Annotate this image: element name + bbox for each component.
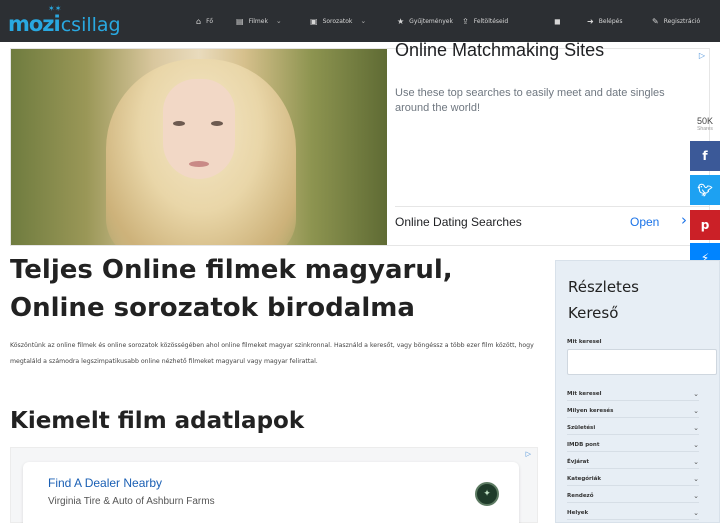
home-icon: ⌂ — [196, 16, 202, 26]
chevron-down-icon: ⌄ — [275, 17, 282, 25]
nav-movies-label: Filmek — [248, 17, 268, 25]
ad-photo-lips — [189, 161, 209, 167]
search-label: Mit keresel — [567, 339, 602, 345]
chevron-down-icon: ⌄ — [693, 508, 699, 517]
nav-register[interactable]: ✎ Regisztráció — [652, 0, 700, 42]
chevron-right-icon[interactable]: › — [681, 211, 687, 229]
nav-chat[interactable]: ◼ — [554, 0, 566, 42]
logo-star-icon: ✶✶ — [48, 4, 62, 13]
filter-select[interactable]: Születési ⌄ — [567, 421, 699, 435]
search-input[interactable] — [567, 349, 717, 375]
content-ad-card[interactable]: Find A Dealer Nearby Virginia Tire & Aut… — [23, 462, 519, 523]
ad-photo-eye — [211, 121, 223, 126]
filter-select[interactable]: Milyen keresés ⌄ — [567, 404, 699, 418]
ad-description: Use these top searches to easily meet an… — [395, 87, 665, 114]
ad-info-icon[interactable]: ▷ — [526, 450, 531, 458]
star-icon: ★ — [397, 16, 405, 26]
film-icon: ▤ — [236, 16, 244, 26]
nav-series-label: Sorozatok — [322, 17, 353, 25]
nav-series[interactable]: ▣ Sorozatok ⌄ — [310, 0, 366, 42]
filter-label: Születési — [567, 424, 596, 431]
nav-login-label: Belépés — [598, 17, 623, 25]
ad-info-icon[interactable]: ▷ — [699, 51, 705, 60]
site-logo[interactable]: mozi csillag ✶✶ — [8, 4, 121, 36]
facebook-icon: f — [702, 149, 708, 163]
filter-label: Mit keresel — [567, 390, 602, 397]
login-icon: ➜ — [587, 16, 594, 26]
logo-csillag-text: csillag — [60, 14, 121, 36]
filter-label: Milyen keresés — [567, 407, 614, 414]
nav-register-label: Regisztráció — [663, 17, 701, 25]
filter-select[interactable]: IMDB pont ⌄ — [567, 438, 699, 452]
nav-collections[interactable]: ★ Gyűjtemények — [397, 0, 453, 42]
chevron-down-icon: ⌄ — [693, 423, 699, 432]
share-count-number: 50K — [696, 116, 713, 126]
tv-icon: ▣ — [310, 16, 318, 26]
content-ad[interactable]: Find A Dealer Nearby Virginia Tire & Aut… — [10, 447, 538, 523]
filter-select[interactable]: Mit keresel ⌄ — [567, 387, 699, 401]
page-title: Teljes Online filmek magyarul, Online so… — [10, 255, 453, 323]
upload-icon: ⇪ — [462, 16, 469, 26]
filter-label: IMDB pont — [567, 441, 600, 448]
ad-cta-text[interactable]: Online Dating Searches — [395, 215, 522, 229]
pinterest-icon: p — [700, 218, 710, 232]
chevron-down-icon: ⌄ — [693, 389, 699, 398]
intro-paragraph: Köszöntünk az online filmek és online so… — [10, 342, 534, 365]
featured-heading: Kiemelt film adatlapok — [10, 408, 305, 434]
ad-title[interactable]: Online Matchmaking Sites — [395, 40, 604, 61]
nav-uploads[interactable]: ⇪ Feltöltéseid — [462, 0, 508, 42]
share-count-label: Shares — [697, 126, 713, 132]
ad-photo-eye — [173, 121, 185, 126]
filter-label: Rendező — [567, 492, 594, 499]
chevron-down-icon: ⌄ — [693, 474, 699, 483]
chevron-down-icon: ⌄ — [693, 457, 699, 466]
pinterest-share-button[interactable]: p — [690, 210, 720, 240]
filter-label: Kategóriák — [567, 475, 602, 482]
chevron-down-icon: ⌄ — [693, 440, 699, 449]
content-ad-subtitle: Virginia Tire & Auto of Ashburn Farms — [48, 496, 215, 507]
filter-select[interactable]: Kategóriák ⌄ — [567, 472, 699, 486]
nav-uploads-label: Feltöltéseid — [473, 17, 509, 25]
filter-select[interactable]: Rendező ⌄ — [567, 489, 699, 503]
nav-home-label: Fő — [206, 17, 213, 25]
chevron-down-icon: ⌄ — [693, 491, 699, 500]
filter-select[interactable]: Évjárat ⌄ — [567, 455, 699, 469]
share-count: 50K Shares — [690, 116, 720, 132]
filter-select[interactable]: Helyek ⌄ — [567, 506, 699, 520]
ad-divider — [395, 206, 710, 207]
ad-open-button[interactable]: Open — [630, 215, 659, 229]
logo-mozi-text: mozi — [8, 12, 61, 36]
chevron-down-icon: ⌄ — [360, 17, 367, 25]
top-ad-banner[interactable]: ▷ — [10, 48, 710, 246]
top-navbar: mozi csillag ✶✶ ⌂ Fő ▤ Filmek ⌄ ▣ Soroza… — [0, 0, 720, 42]
nav-movies[interactable]: ▤ Filmek ⌄ — [236, 0, 282, 42]
chevron-down-icon: ⌄ — [693, 406, 699, 415]
twitter-share-button[interactable]: 🐦︎ — [690, 175, 720, 205]
filter-label: Helyek — [567, 509, 589, 516]
nav-login[interactable]: ➜ Belépés — [587, 0, 623, 42]
twitter-icon: 🐦︎ — [697, 183, 713, 197]
detailed-search-title: Részletes Kereső — [568, 278, 639, 322]
register-icon: ✎ — [652, 16, 659, 26]
ad-photo[interactable] — [11, 49, 387, 245]
filter-label: Évjárat — [567, 458, 589, 465]
facebook-share-button[interactable]: f — [690, 141, 720, 171]
content-ad-title[interactable]: Find A Dealer Nearby — [48, 476, 162, 490]
chat-icon: ◼ — [554, 16, 561, 26]
nav-home[interactable]: ⌂ Fő — [196, 0, 213, 42]
dealer-logo-icon: ✦ — [475, 482, 499, 506]
nav-collections-label: Gyűjtemények — [409, 17, 453, 25]
